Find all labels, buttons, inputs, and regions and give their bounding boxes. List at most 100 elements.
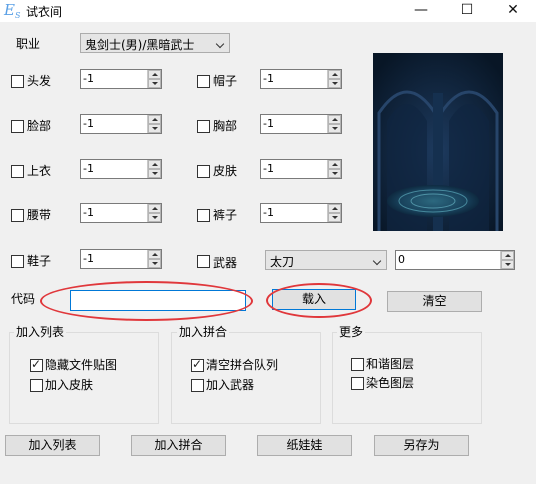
- skin-label: 皮肤: [213, 164, 238, 178]
- title-bar: ES 试衣间 — ☐ ✕: [0, 0, 536, 22]
- window-title: 试衣间: [26, 5, 63, 19]
- skin-up-arrow-icon[interactable]: [328, 160, 341, 169]
- pants-down-arrow-icon[interactable]: [328, 213, 341, 222]
- paper-doll-button[interactable]: 纸娃娃: [257, 435, 352, 456]
- belt-up-arrow-icon[interactable]: [148, 204, 161, 213]
- coat-down-arrow-icon[interactable]: [148, 169, 161, 178]
- add-weapon-label: 加入武器: [206, 378, 255, 392]
- weapon-checkbox[interactable]: [197, 255, 210, 268]
- pants-value: -1: [263, 206, 274, 219]
- neck-up-arrow-icon[interactable]: [328, 115, 341, 124]
- skin-checkbox[interactable]: [197, 165, 210, 178]
- close-icon: ✕: [507, 2, 519, 18]
- save-as-button[interactable]: 另存为: [374, 435, 469, 456]
- skin-spinner[interactable]: -1: [260, 159, 342, 179]
- clear-combine-queue-checkbox[interactable]: [191, 357, 204, 372]
- job-select-value: 鬼剑士(男)/黑暗武士: [85, 38, 195, 52]
- cap-value: -1: [263, 72, 274, 85]
- face-label: 脸部: [27, 119, 52, 133]
- belt-down-arrow-icon[interactable]: [148, 213, 161, 222]
- shoes-spinner[interactable]: -1: [80, 249, 162, 269]
- cap-label: 帽子: [213, 74, 238, 88]
- harmony-layer-checkbox[interactable]: [351, 358, 364, 371]
- cap-spinner[interactable]: -1: [260, 69, 342, 89]
- app-logo-icon: ES: [4, 1, 21, 20]
- belt-checkbox[interactable]: [11, 209, 24, 222]
- weapon-down-arrow-icon[interactable]: [501, 260, 514, 269]
- job-select[interactable]: 鬼剑士(男)/黑暗武士: [80, 33, 230, 53]
- add-combine-group-title: 加入拼合: [177, 325, 230, 339]
- maximize-button[interactable]: ☐: [444, 0, 490, 22]
- character-preview-image: [373, 53, 503, 231]
- chevron-down-icon: [372, 256, 382, 266]
- maximize-icon: ☐: [460, 2, 474, 18]
- shoes-up-arrow-icon[interactable]: [148, 250, 161, 259]
- cap-up-arrow-icon[interactable]: [328, 70, 341, 79]
- hide-file-texture-label: 隐藏文件贴图: [45, 358, 118, 372]
- hair-spinner[interactable]: -1: [80, 69, 162, 89]
- belt-label: 腰带: [27, 208, 52, 222]
- minimize-icon: —: [414, 2, 428, 18]
- dye-layer-checkbox[interactable]: [351, 377, 364, 390]
- pants-up-arrow-icon[interactable]: [328, 204, 341, 213]
- face-down-arrow-icon[interactable]: [148, 124, 161, 133]
- add-skin-label: 加入皮肤: [45, 378, 94, 392]
- weapon-type-select[interactable]: 太刀: [265, 250, 387, 270]
- shoes-checkbox[interactable]: [11, 255, 24, 268]
- weapon-spinner[interactable]: 0: [395, 250, 515, 270]
- hair-value: -1: [83, 72, 94, 85]
- shoes-down-arrow-icon[interactable]: [148, 259, 161, 268]
- code-input[interactable]: [70, 290, 246, 311]
- weapon-up-arrow-icon[interactable]: [501, 251, 514, 260]
- minimize-button[interactable]: —: [398, 0, 444, 22]
- load-button[interactable]: 载入: [272, 289, 356, 310]
- more-group-title: 更多: [337, 325, 366, 339]
- hair-label: 头发: [27, 74, 52, 88]
- add-weapon-checkbox[interactable]: [191, 379, 204, 392]
- coat-checkbox[interactable]: [11, 165, 24, 178]
- belt-value: -1: [83, 206, 94, 219]
- code-label: 代码: [11, 292, 36, 306]
- add-list-group-title: 加入列表: [14, 325, 67, 339]
- skin-value: -1: [263, 162, 274, 175]
- coat-up-arrow-icon[interactable]: [148, 160, 161, 169]
- skin-down-arrow-icon[interactable]: [328, 169, 341, 178]
- clear-button[interactable]: 清空: [387, 291, 482, 312]
- neck-down-arrow-icon[interactable]: [328, 124, 341, 133]
- hair-up-arrow-icon[interactable]: [148, 70, 161, 79]
- face-checkbox[interactable]: [11, 120, 24, 133]
- coat-value: -1: [83, 162, 94, 175]
- coat-label: 上衣: [27, 164, 52, 178]
- cap-checkbox[interactable]: [197, 75, 210, 88]
- neck-checkbox[interactable]: [197, 120, 210, 133]
- coat-spinner[interactable]: -1: [80, 159, 162, 179]
- shoes-label: 鞋子: [27, 254, 52, 268]
- neck-value: -1: [263, 117, 274, 130]
- pants-label: 裤子: [213, 208, 238, 222]
- add-skin-checkbox[interactable]: [30, 379, 43, 392]
- pants-checkbox[interactable]: [197, 209, 210, 222]
- harmony-layer-label: 和谐图层: [366, 357, 415, 371]
- pants-spinner[interactable]: -1: [260, 203, 342, 223]
- shoes-value: -1: [83, 252, 94, 265]
- weapon-type-value: 太刀: [270, 255, 295, 269]
- job-label: 职业: [16, 37, 41, 51]
- chevron-down-icon: [215, 39, 225, 49]
- face-spinner[interactable]: -1: [80, 114, 162, 134]
- neck-spinner[interactable]: -1: [260, 114, 342, 134]
- face-value: -1: [83, 117, 94, 130]
- close-button[interactable]: ✕: [490, 0, 536, 22]
- add-combine-button[interactable]: 加入拼合: [131, 435, 226, 456]
- weapon-label: 武器: [213, 256, 238, 270]
- hide-file-texture-checkbox[interactable]: [30, 357, 43, 372]
- cap-down-arrow-icon[interactable]: [328, 79, 341, 88]
- belt-spinner[interactable]: -1: [80, 203, 162, 223]
- add-list-button[interactable]: 加入列表: [5, 435, 100, 456]
- hair-down-arrow-icon[interactable]: [148, 79, 161, 88]
- weapon-value: 0: [398, 253, 405, 266]
- hair-checkbox[interactable]: [11, 75, 24, 88]
- preview-scene-image: [373, 53, 503, 231]
- dye-layer-label: 染色图层: [366, 376, 415, 390]
- face-up-arrow-icon[interactable]: [148, 115, 161, 124]
- neck-label: 胸部: [213, 119, 238, 133]
